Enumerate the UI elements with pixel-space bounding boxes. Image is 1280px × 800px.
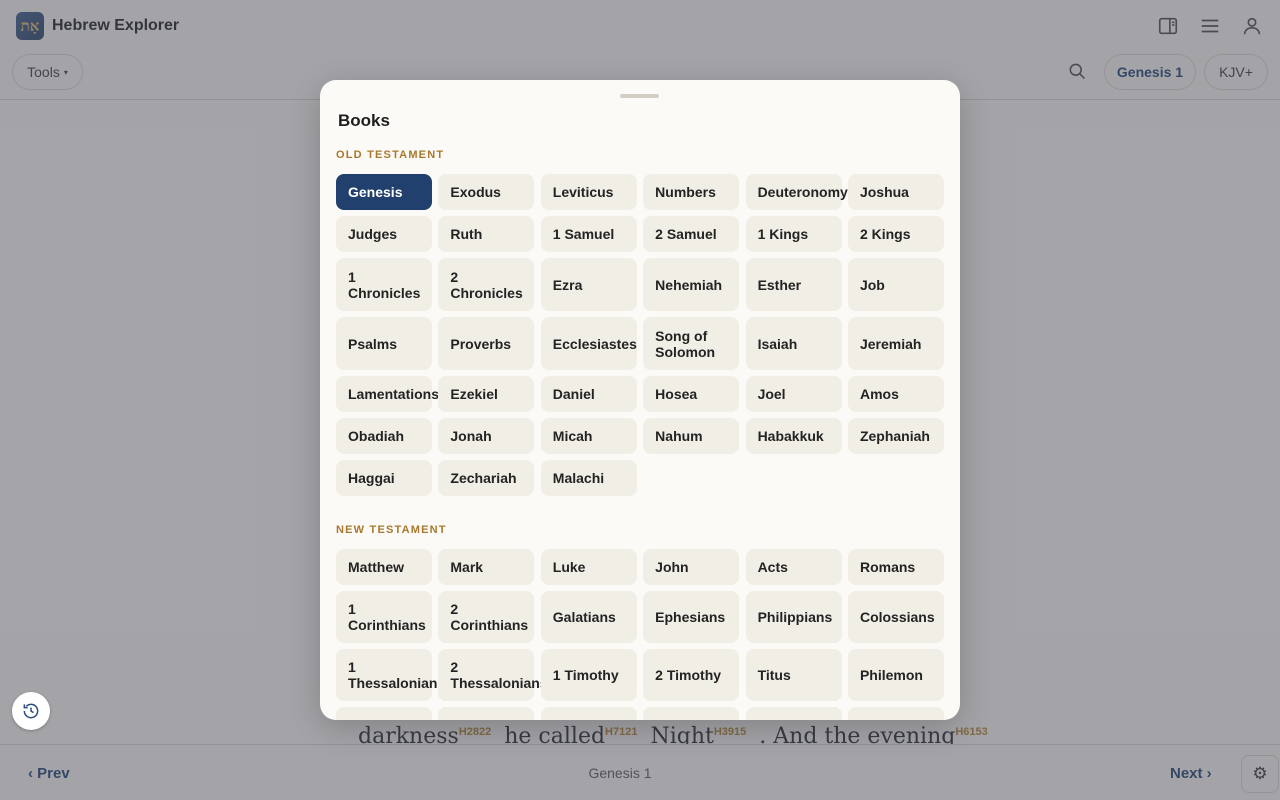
book-galatians[interactable]: Galatians	[540, 591, 637, 643]
old-testament-grid: Genesis Exodus Leviticus Numbers Deuteronomy…	[336, 174, 944, 496]
book-joshua[interactable]: Joshua	[847, 174, 944, 210]
book-judges[interactable]: Judges	[336, 216, 432, 252]
drag-handle[interactable]	[620, 94, 659, 98]
book-nahum[interactable]: Nahum	[643, 418, 740, 454]
book-jonah[interactable]: Jonah	[438, 418, 535, 454]
history-button[interactable]	[12, 692, 50, 730]
book-habakkuk[interactable]: Habakkuk	[745, 418, 842, 454]
book-2-kings[interactable]: 2 Kings	[847, 216, 944, 252]
book-zechariah[interactable]: Zechariah	[438, 460, 535, 496]
book-1-kings[interactable]: 1 Kings	[745, 216, 842, 252]
book-mark[interactable]: Mark	[438, 549, 535, 585]
book-ezekiel[interactable]: Ezekiel	[438, 376, 535, 412]
book-2-thessalonians[interactable]: 2 Thessalonians	[438, 649, 548, 701]
book-titus[interactable]: Titus	[745, 649, 842, 701]
book-1-samuel[interactable]: 1 Samuel	[540, 216, 637, 252]
book-2-timothy[interactable]: 2 Timothy	[643, 649, 740, 701]
book-ecclesiastes[interactable]: Ecclesiastes	[540, 317, 637, 370]
old-testament-heading: OLD TESTAMENT	[336, 149, 445, 161]
book-job[interactable]: Job	[847, 258, 944, 311]
book-ruth[interactable]: Ruth	[438, 216, 535, 252]
book-colossians[interactable]: Colossians	[847, 591, 944, 643]
book-2-chronicles[interactable]: 2 Chronicles	[438, 258, 535, 311]
book-daniel[interactable]: Daniel	[540, 376, 637, 412]
book-matthew[interactable]: Matthew	[336, 549, 432, 585]
book-2-john[interactable]: 2 John	[847, 707, 944, 720]
book-joel[interactable]: Joel	[745, 376, 842, 412]
book-hosea[interactable]: Hosea	[643, 376, 740, 412]
book-zephaniah[interactable]: Zephaniah	[847, 418, 944, 454]
book-ezra[interactable]: Ezra	[540, 258, 637, 311]
book-isaiah[interactable]: Isaiah	[745, 317, 842, 370]
book-2-samuel[interactable]: 2 Samuel	[643, 216, 740, 252]
book-1-timothy[interactable]: 1 Timothy	[540, 649, 637, 701]
book-malachi[interactable]: Malachi	[540, 460, 637, 496]
book-luke[interactable]: Luke	[540, 549, 637, 585]
book-ephesians[interactable]: Ephesians	[643, 591, 740, 643]
book-esther[interactable]: Esther	[745, 258, 842, 311]
book-acts[interactable]: Acts	[745, 549, 842, 585]
new-testament-heading: NEW TESTAMENT	[336, 524, 447, 536]
book-philemon[interactable]: Philemon	[847, 649, 944, 701]
modal-title: Books	[338, 111, 390, 130]
history-icon	[23, 703, 39, 719]
book-2-peter[interactable]: 2 Peter	[643, 707, 740, 720]
book-exodus[interactable]: Exodus	[438, 174, 535, 210]
book-lamentations[interactable]: Lamentations	[336, 376, 439, 412]
book-1-peter[interactable]: 1 Peter	[540, 707, 637, 720]
book-john[interactable]: John	[643, 549, 740, 585]
book-haggai[interactable]: Haggai	[336, 460, 432, 496]
book-philippians[interactable]: Philippians	[745, 591, 842, 643]
book-genesis[interactable]: Genesis	[336, 174, 432, 210]
book-psalms[interactable]: Psalms	[336, 317, 432, 370]
book-2-corinthians[interactable]: 2 Corinthians	[438, 591, 535, 643]
book-deuteronomy[interactable]: Deuteronomy	[745, 174, 848, 210]
books-list[interactable]: OLD TESTAMENT Genesis Exodus Leviticus Numb…	[320, 138, 960, 720]
book-jeremiah[interactable]: Jeremiah	[847, 317, 944, 370]
book-romans[interactable]: Romans	[847, 549, 944, 585]
book-1-chronicles[interactable]: 1 Chronicles	[336, 258, 432, 311]
book-leviticus[interactable]: Leviticus	[540, 174, 637, 210]
book-nehemiah[interactable]: Nehemiah	[643, 258, 740, 311]
book-amos[interactable]: Amos	[847, 376, 944, 412]
book-1-thessalonians[interactable]: 1 Thessalonians	[336, 649, 445, 701]
books-modal: Books OLD TESTAMENT Genesis Exodus Levitic…	[320, 80, 960, 720]
book-hebrews[interactable]: Hebrews	[336, 707, 432, 720]
book-james[interactable]: James	[438, 707, 535, 720]
book-numbers[interactable]: Numbers	[643, 174, 740, 210]
book-obadiah[interactable]: Obadiah	[336, 418, 432, 454]
book-1-john[interactable]: 1 John	[745, 707, 842, 720]
book-1-corinthians[interactable]: 1 Corinthians	[336, 591, 432, 643]
new-testament-grid: Matthew Mark Luke John Acts Romans 1 Corinthia…	[336, 549, 944, 720]
book-song-of-solomon[interactable]: Song of Solomon	[643, 317, 740, 370]
book-proverbs[interactable]: Proverbs	[438, 317, 535, 370]
book-micah[interactable]: Micah	[540, 418, 637, 454]
